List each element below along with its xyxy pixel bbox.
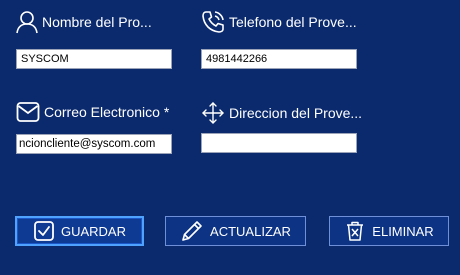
guardar-button[interactable]: GUARDAR [15,216,144,246]
actualizar-button[interactable]: ACTUALIZAR [165,216,306,246]
trash-icon [347,221,364,241]
envelope-icon [16,102,40,122]
nombre-label: Nombre del Pro... [42,14,152,30]
correo-field[interactable]: ncioncliente@syscom.com [16,134,172,154]
checkbox-icon [34,221,54,241]
telefono-field[interactable]: 4981442266 [201,49,357,69]
move-arrows-icon [202,102,224,124]
eliminar-label: ELIMINAR [372,223,434,239]
person-icon [16,11,38,34]
correo-label: Correo Electronico * [44,104,170,120]
direccion-label: Direccion del Prove... [229,105,363,121]
telefono-label: Telefono del Prove... [229,14,357,30]
correo-label-row: Correo Electronico * [16,101,169,123]
telefono-label-row: Telefono del Prove... [201,10,357,34]
phone-icon [202,11,224,33]
nombre-field[interactable]: SYSCOM [16,49,172,69]
direccion-label-row: Direccion del Prove... [201,101,362,125]
guardar-label: GUARDAR [60,223,126,239]
actualizar-label: ACTUALIZAR [210,223,291,239]
eliminar-button[interactable]: ELIMINAR [329,216,449,246]
nombre-label-row: Nombre del Pro... [16,10,152,34]
pencil-icon [182,221,202,241]
direccion-field[interactable] [201,133,357,153]
